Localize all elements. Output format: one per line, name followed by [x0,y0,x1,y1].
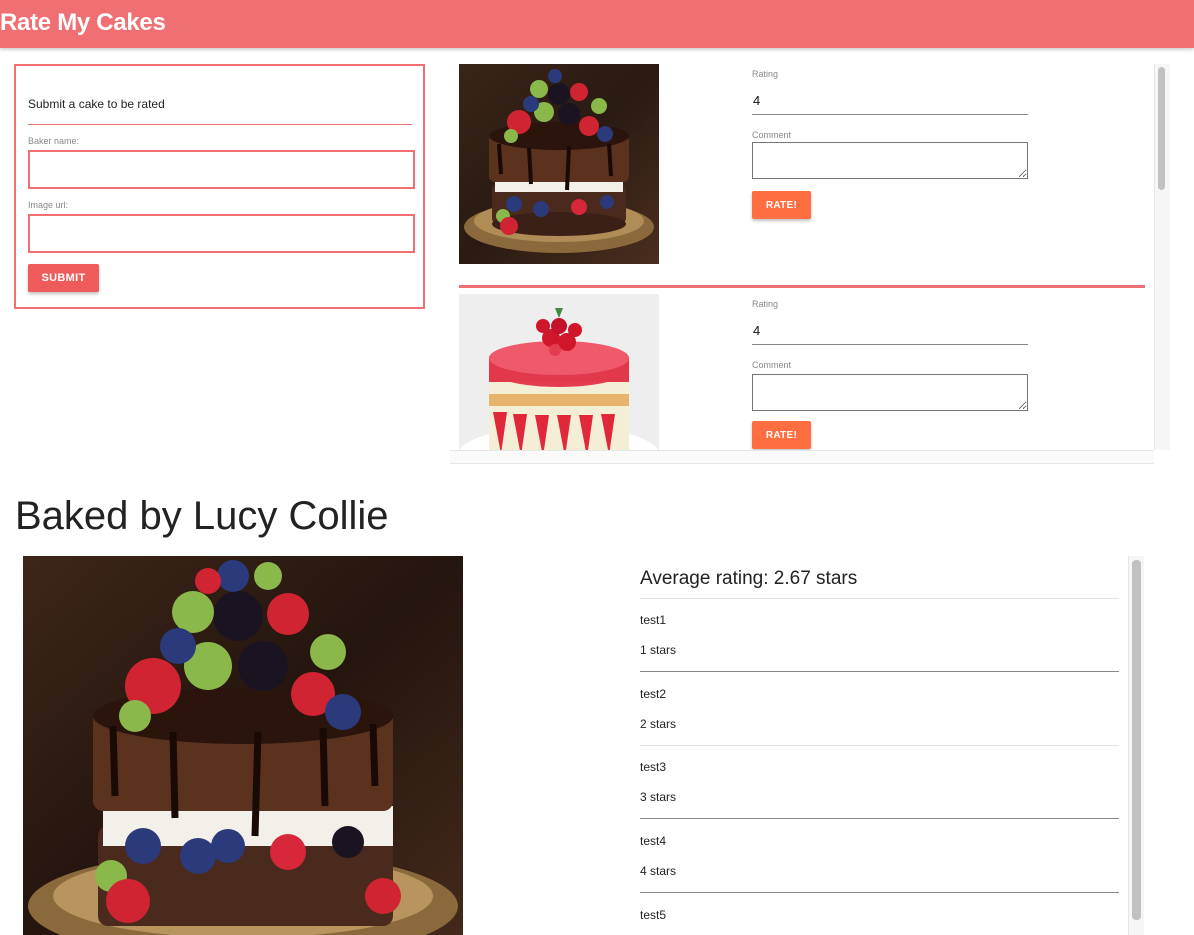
review-author: test4 [640,834,667,848]
review-stars: 1 stars [640,643,677,657]
review-stars: 4 stars [640,864,677,878]
strawberry-mousse-cake-image [459,294,659,450]
comment-label: Comment [752,360,792,370]
review-author: test1 [640,613,667,627]
review-stars: 3 stars [640,790,677,804]
comment-label: Comment [752,130,792,140]
review-divider [640,818,1119,819]
review-author: test3 [640,760,667,774]
cake-list-footer [450,450,1154,464]
average-divider [640,598,1119,599]
rating-input[interactable] [752,87,1028,115]
ratings-panel: Average rating: 2.67 stars test1 1 stars… [628,556,1128,935]
rate-button[interactable]: RATE! [752,421,811,449]
cake-image[interactable] [459,294,659,450]
selected-cake-image [23,556,463,935]
rating-input[interactable] [752,317,1028,345]
rate-button[interactable]: RATE! [752,191,811,219]
cake-list: Rating Comment RATE! [450,64,1154,450]
baker-heading: Baked by Lucy Collie [15,494,389,538]
card-divider [459,285,1145,288]
review-divider [640,892,1119,893]
baker-name-input[interactable] [28,150,415,189]
app-header: Rate My Cakes [0,0,1194,48]
cake-list-scroll-thumb[interactable] [1158,67,1165,190]
baker-name-label: Baker name: [28,136,80,146]
ratings-scroll-thumb[interactable] [1132,560,1141,920]
chocolate-berry-cake-large-image [23,556,463,935]
review-divider [640,745,1119,746]
review-author: test5 [640,908,667,922]
app-title: Rate My Cakes [0,9,166,36]
form-divider [28,124,412,125]
comment-textarea[interactable] [752,142,1028,179]
rating-label: Rating [752,69,779,79]
form-title: Submit a cake to be rated [28,97,165,111]
rating-label: Rating [752,299,779,309]
image-url-label: Image url: [28,200,69,210]
review-author: test2 [640,687,667,701]
comment-textarea[interactable] [752,374,1028,411]
cake-image[interactable] [459,64,659,264]
chocolate-berry-cake-image [459,64,659,264]
image-url-input[interactable] [28,214,415,253]
review-stars: 2 stars [640,717,677,731]
review-divider [640,671,1119,672]
submit-cake-form: Submit a cake to be rated Baker name: Im… [14,64,425,309]
submit-button[interactable]: SUBMIT [28,264,99,292]
average-rating: Average rating: 2.67 stars [640,568,858,589]
